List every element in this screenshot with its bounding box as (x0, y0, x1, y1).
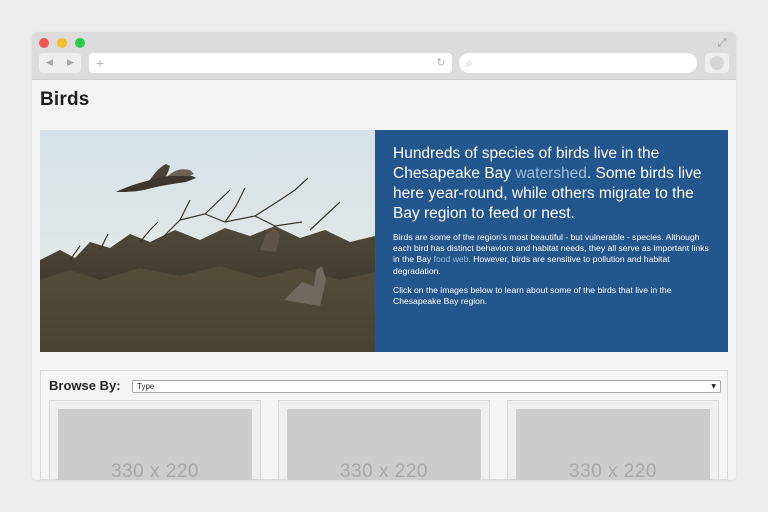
close-window-button[interactable] (39, 38, 49, 48)
placeholder-label: 330 x 220 (340, 461, 428, 480)
hero-section: Hundreds of species of birds live in the… (40, 130, 728, 352)
search-input[interactable]: ⌕ (459, 53, 697, 73)
search-icon: ⌕ (466, 56, 473, 70)
zoom-window-button[interactable] (75, 38, 85, 48)
image-placeholder[interactable]: 330 x 220 (58, 409, 252, 480)
minimize-window-button[interactable] (57, 38, 67, 48)
browse-section: Browse By: Type ▼ 330 x 220 330 x 220 33… (40, 370, 728, 480)
bird-card[interactable]: 330 x 220 (49, 400, 261, 480)
browser-window: ⤢ ◀ ▶ + ↻ ⌕ Birds Hundreds of species of… (32, 32, 736, 480)
browse-by-label: Browse By: (49, 378, 121, 393)
chevron-down-icon: ▼ (711, 383, 716, 390)
hero-paragraph-1: Birds are some of the region’s most beau… (393, 232, 716, 277)
expand-icon[interactable]: ⤢ (716, 37, 728, 49)
page-title: Birds (40, 89, 90, 110)
pelican-photo (40, 130, 375, 352)
image-placeholder[interactable]: 330 x 220 (516, 409, 710, 480)
page-content: Birds Hundreds of species of birds live … (32, 80, 736, 480)
navigation-buttons: ◀ ▶ (39, 53, 81, 73)
hero-paragraph-2: Click on the images below to learn about… (393, 284, 672, 307)
browser-toolbar: ⤢ ◀ ▶ + ↻ ⌕ (32, 32, 736, 80)
address-bar[interactable]: + ↻ (89, 53, 452, 73)
image-placeholder[interactable]: 330 x 220 (287, 409, 481, 480)
back-button[interactable]: ◀ (39, 53, 60, 73)
hero-lead: Hundreds of species of birds live in the… (393, 144, 716, 224)
extension-icon (710, 56, 724, 70)
browse-by-select[interactable]: Type ▼ (132, 380, 721, 393)
forward-button[interactable]: ▶ (60, 53, 81, 73)
reload-icon[interactable]: ↻ (434, 53, 448, 73)
new-tab-icon[interactable]: + (94, 53, 106, 73)
hero-text-panel: Hundreds of species of birds live in the… (375, 130, 728, 352)
hero-photo (40, 130, 375, 352)
bird-card[interactable]: 330 x 220 (507, 400, 719, 480)
watershed-link[interactable]: watershed (515, 165, 587, 182)
extension-button[interactable] (705, 53, 729, 73)
food-web-link[interactable]: food web (434, 254, 469, 264)
browse-by-selected: Type (137, 382, 155, 391)
placeholder-label: 330 x 220 (569, 461, 657, 480)
placeholder-label: 330 x 220 (111, 461, 199, 480)
bird-card[interactable]: 330 x 220 (278, 400, 490, 480)
